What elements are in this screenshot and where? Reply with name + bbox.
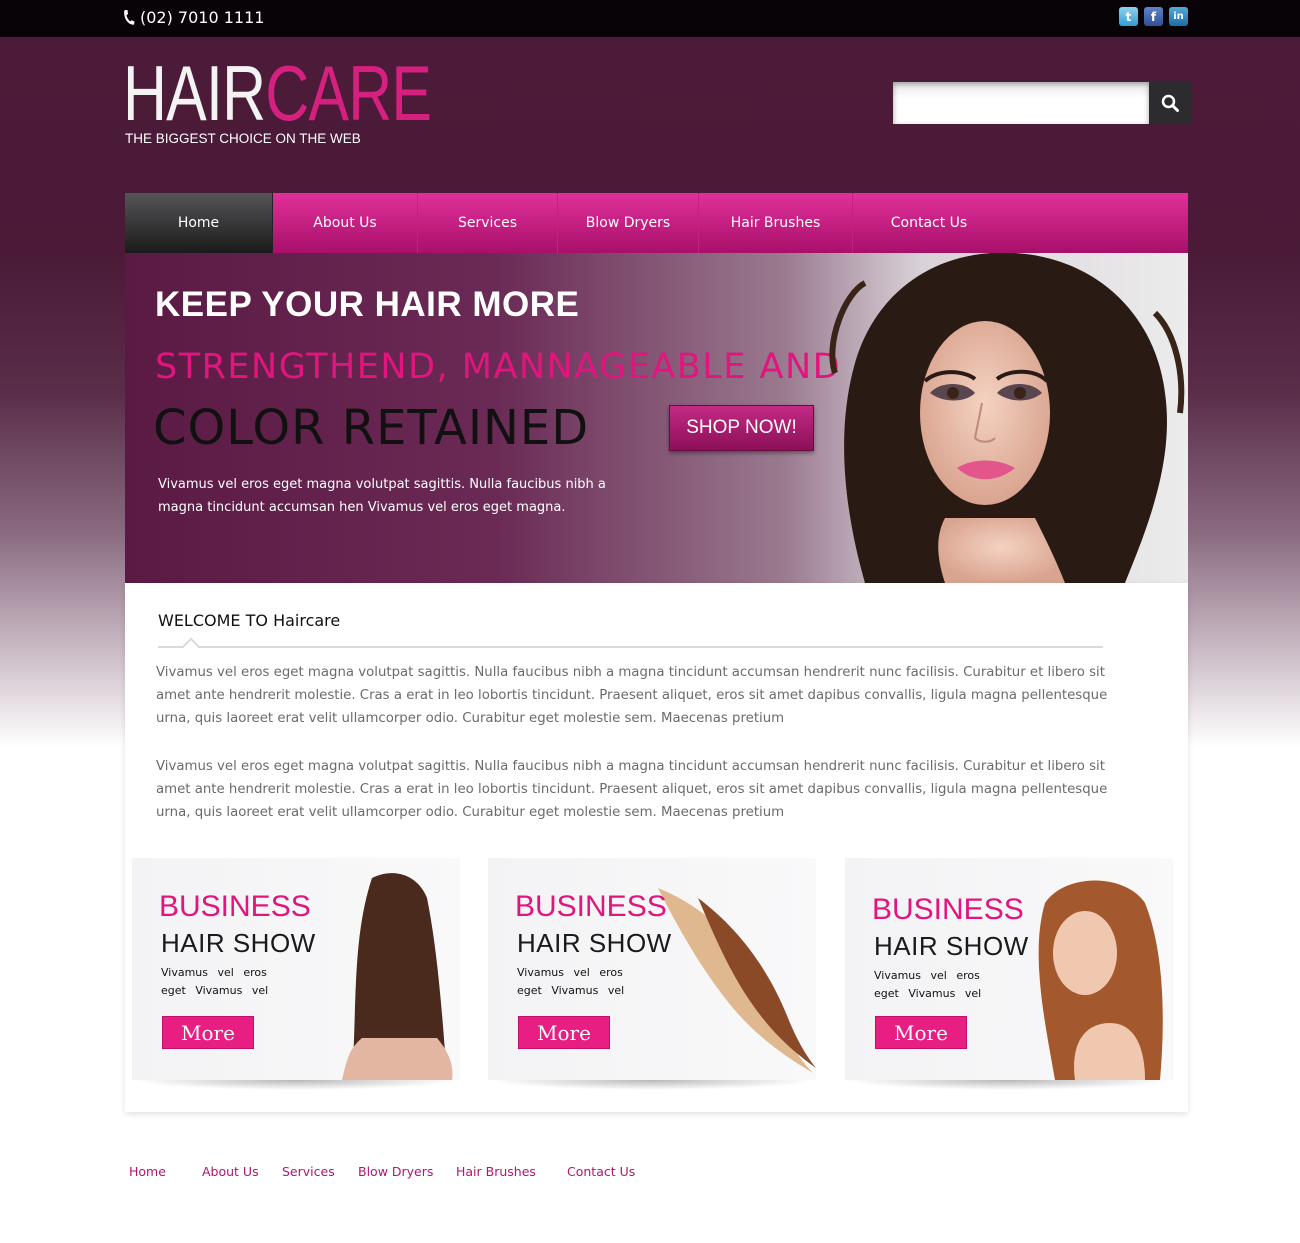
hero-banner: KEEP YOUR HAIR MORE STRENGTHEND, MANNAGE… xyxy=(125,253,1188,583)
card-text: Vivamus vel eros eget Vivamus vel xyxy=(517,966,625,997)
card-more-button[interactable]: More xyxy=(875,1016,967,1049)
search-icon xyxy=(1161,94,1179,112)
facebook-icon[interactable]: f xyxy=(1144,7,1163,26)
shop-now-button[interactable]: SHOP NOW! xyxy=(669,405,814,451)
search-button[interactable] xyxy=(1149,82,1191,124)
search-input[interactable] xyxy=(893,82,1149,124)
hero-model-image xyxy=(829,253,1185,583)
heading-divider xyxy=(158,646,1103,648)
welcome-paragraph-1: Vivamus vel eros eget magna volutpat sag… xyxy=(156,665,1108,726)
logo-word-hair: HAIR xyxy=(123,49,266,137)
footer-link-home[interactable]: Home xyxy=(129,1164,166,1179)
footer-link-about-us[interactable]: About Us xyxy=(202,1164,259,1179)
footer-link-contact-us[interactable]: Contact Us xyxy=(567,1164,635,1179)
card-subtitle: HAIR SHOW xyxy=(874,931,1029,961)
card-more-button[interactable]: More xyxy=(162,1016,254,1049)
phone-number: (02) 7010 1111 xyxy=(140,7,265,27)
card-shadow xyxy=(132,1080,460,1090)
hero-tagline: COLOR RETAINED xyxy=(153,400,590,456)
twitter-icon[interactable]: t xyxy=(1119,7,1138,26)
card-text: Vivamus vel eros eget Vivamus vel xyxy=(874,969,982,1000)
hero-headline: KEEP YOUR HAIR MORE xyxy=(155,285,580,324)
footer-link-services[interactable]: Services xyxy=(282,1164,335,1179)
promo-card: BUSINESS HAIR SHOW Vivamus vel eros eget… xyxy=(488,858,816,1080)
divider-notch xyxy=(182,637,200,655)
nav-item-hair-brushes[interactable]: Hair Brushes xyxy=(699,193,853,253)
card-image-long-hair xyxy=(342,873,453,1080)
card-title: BUSINESS xyxy=(872,893,1024,926)
welcome-paragraph-2: Vivamus vel eros eget magna volutpat sag… xyxy=(156,759,1108,820)
promo-card: BUSINESS HAIR SHOW Vivamus vel eros eget… xyxy=(132,858,460,1080)
logo-tagline: THE BIGGEST CHOICE ON THE WEB xyxy=(125,131,361,146)
card-shadow xyxy=(845,1080,1173,1090)
nav-item-blow-dryers[interactable]: Blow Dryers xyxy=(558,193,699,253)
promo-card: BUSINESS HAIR SHOW Vivamus vel eros eget… xyxy=(845,858,1173,1080)
card-subtitle: HAIR SHOW xyxy=(161,928,316,958)
top-bar: (02) 7010 1111 t f in xyxy=(0,0,1300,37)
card-image-woman-hair xyxy=(1038,880,1163,1080)
linkedin-icon[interactable]: in xyxy=(1169,7,1188,26)
nav-item-about-us[interactable]: About Us xyxy=(273,193,418,253)
nav-item-services[interactable]: Services xyxy=(418,193,558,253)
card-title: BUSINESS xyxy=(515,890,667,923)
card-subtitle: HAIR SHOW xyxy=(517,928,672,958)
card-more-button[interactable]: More xyxy=(518,1016,610,1049)
hero-description: Vivamus vel eros eget magna volutpat sag… xyxy=(158,477,606,515)
site-logo[interactable]: HAIRCARE THE BIGGEST CHOICE ON THE WEB xyxy=(123,54,518,146)
search-form xyxy=(893,82,1191,124)
nav-item-contact-us[interactable]: Contact Us xyxy=(853,193,1005,253)
phone-icon xyxy=(124,9,135,25)
card-text: Vivamus vel eros eget Vivamus vel xyxy=(161,966,269,997)
card-shadow xyxy=(488,1080,816,1090)
hero-subheadline: STRENGTHEND, MANNAGEABLE AND xyxy=(155,347,842,387)
content-panel: WELCOME TO Haircare Vivamus vel eros ege… xyxy=(125,583,1188,1112)
welcome-heading: WELCOME TO Haircare xyxy=(158,611,341,630)
main-nav: Home About Us Services Blow Dryers Hair … xyxy=(125,193,1188,253)
phone-contact[interactable]: (02) 7010 1111 xyxy=(122,6,264,28)
social-links: t f in xyxy=(1119,7,1188,26)
logo-wordmark: HAIRCARE xyxy=(123,54,432,132)
footer-link-hair-brushes[interactable]: Hair Brushes xyxy=(456,1164,536,1179)
card-title: BUSINESS xyxy=(159,890,311,923)
nav-item-home[interactable]: Home xyxy=(125,193,273,253)
footer-link-blow-dryers[interactable]: Blow Dryers xyxy=(358,1164,433,1179)
logo-word-care: CARE xyxy=(265,49,432,137)
